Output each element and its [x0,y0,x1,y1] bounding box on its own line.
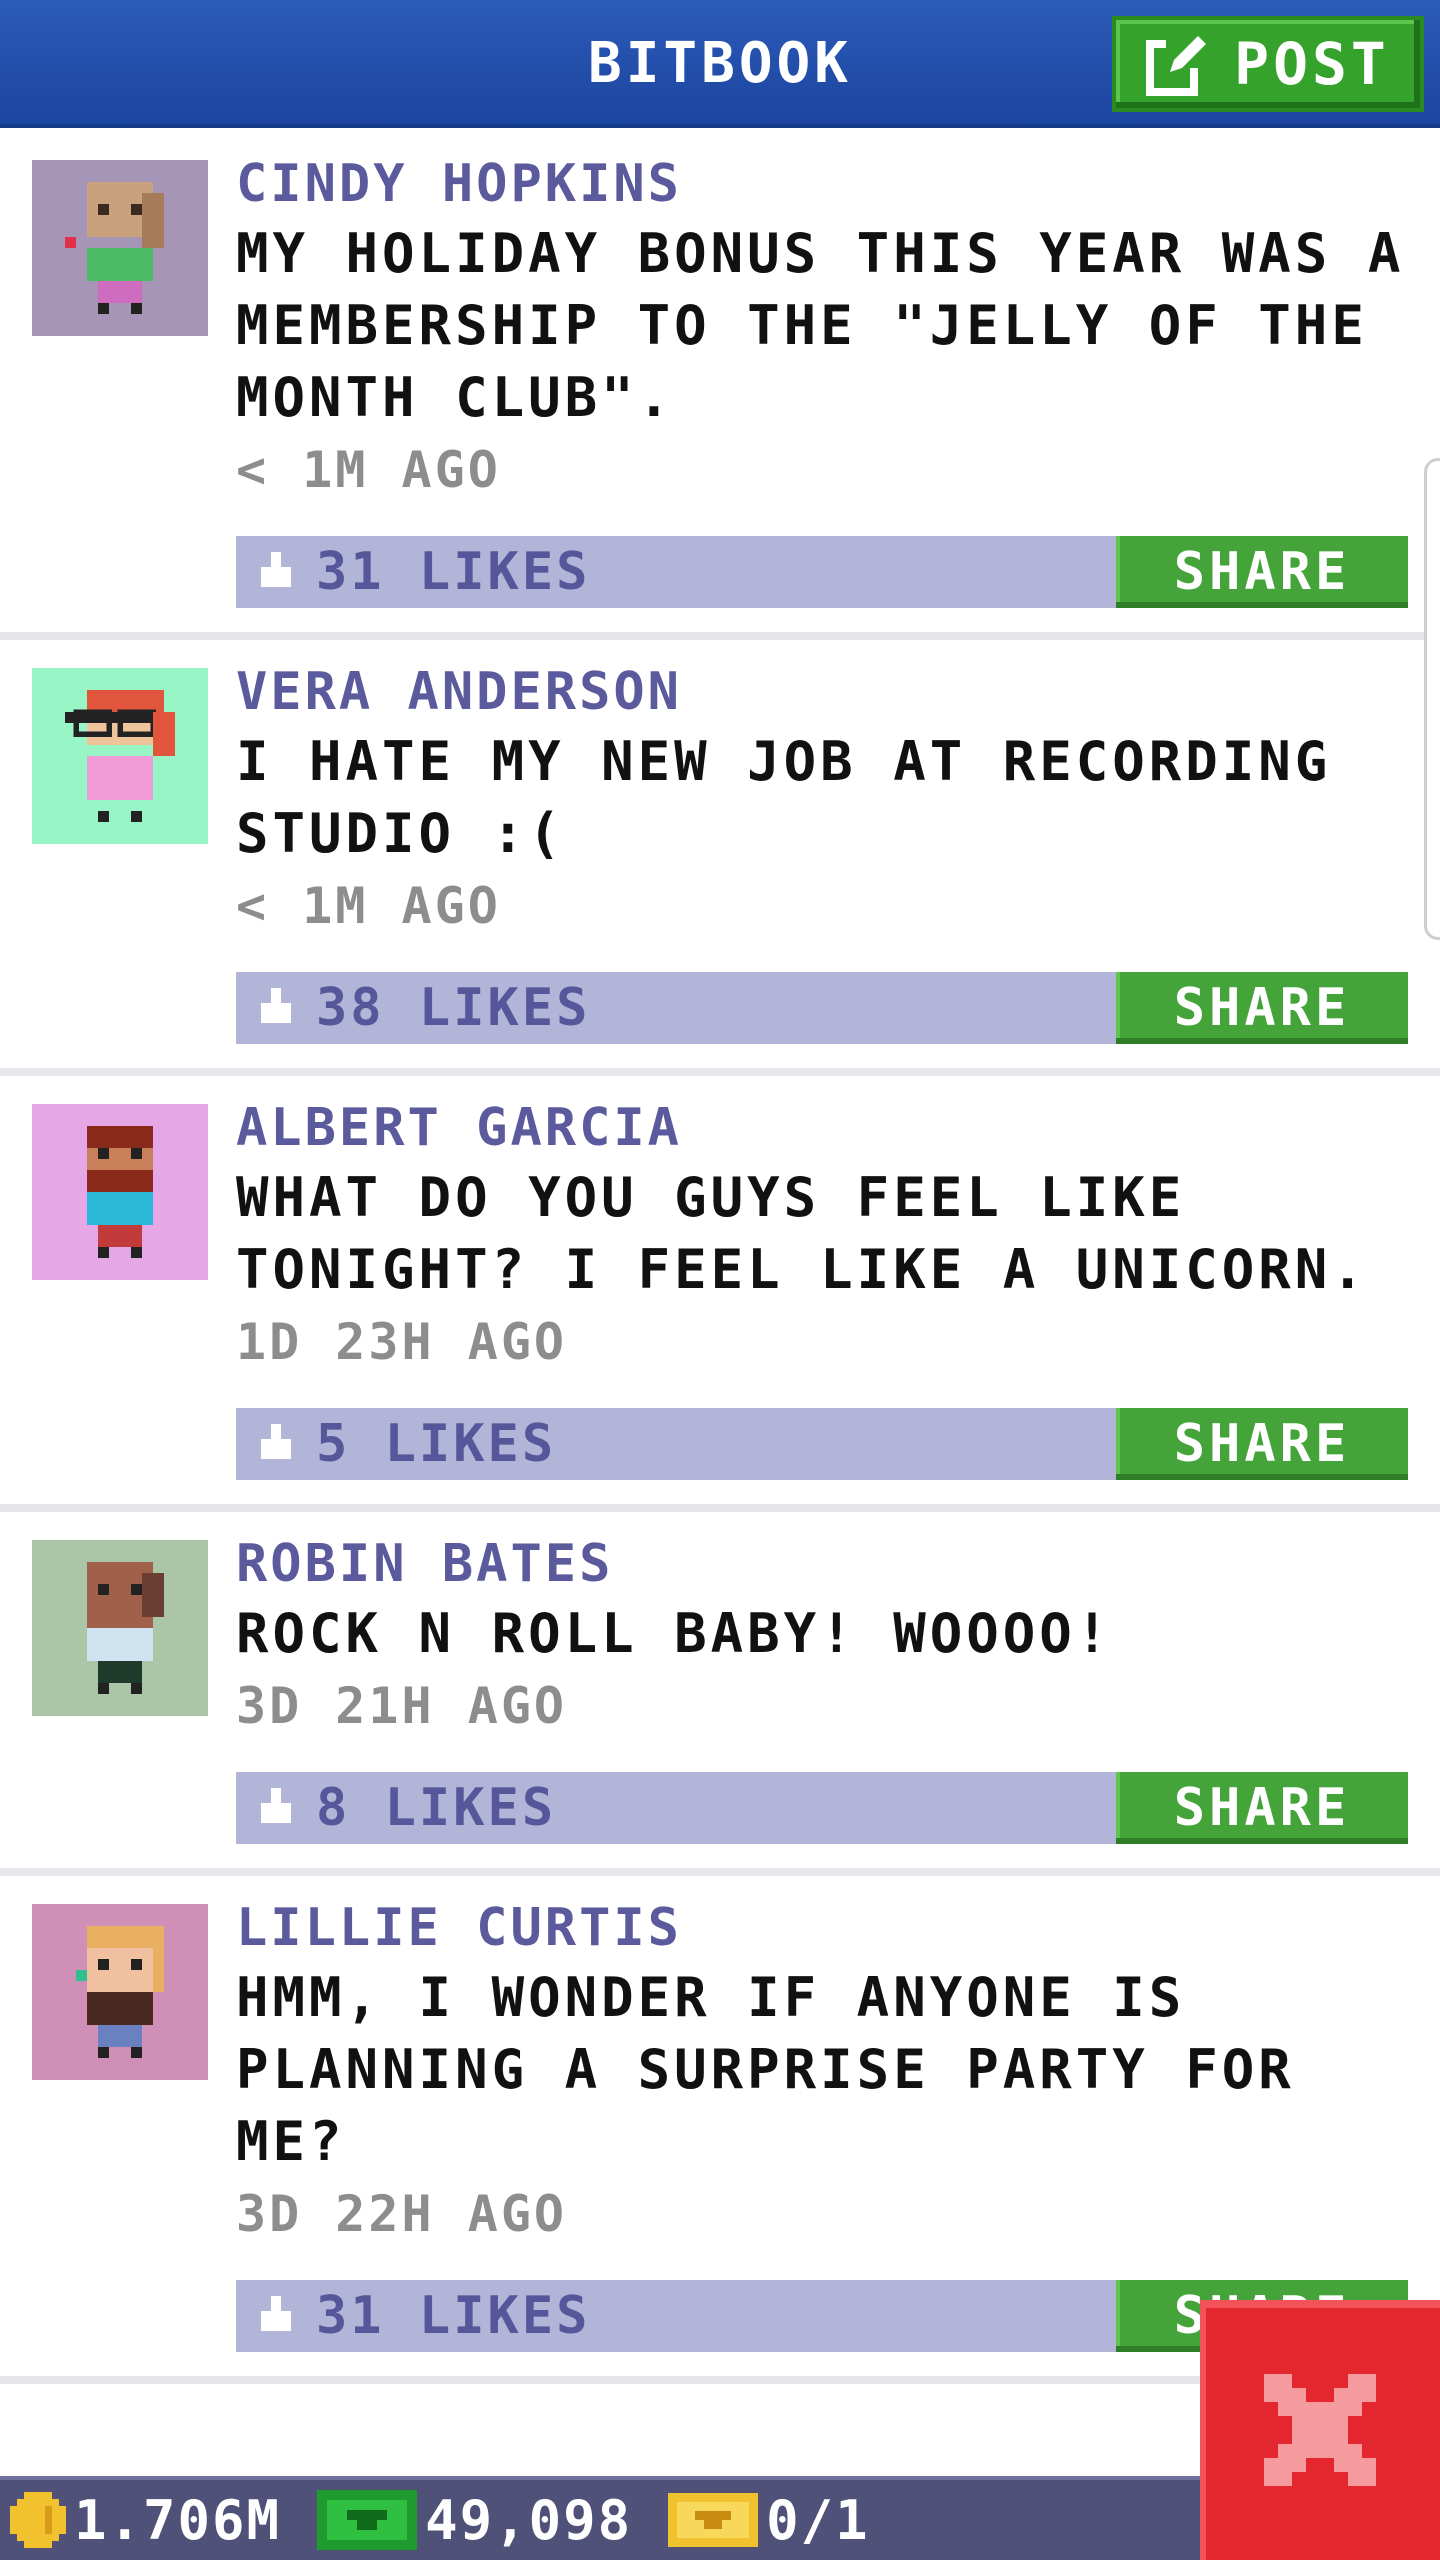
post-timestamp: 1D 23H AGO [236,1313,568,1371]
like-count: 38 LIKES [316,978,591,1038]
like-count: 8 LIKES [316,1778,557,1838]
post-author[interactable]: LILLIE CURTIS [236,1894,1440,1962]
post-button[interactable]: POST [1112,16,1424,112]
coins-value: 1.706M [74,2488,282,2552]
vip-stat[interactable]: 0/1 [668,2489,870,2552]
avatar [32,668,208,844]
thumbs-up-icon [261,1788,291,1823]
post-timestamp: 3D 21H AGO [236,1677,568,1735]
like-bar: 38 LIKES SHARE [236,972,1408,1044]
feed-post: ALBERT GARCIA WHAT DO YOU GUYS FEEL LIKE… [0,1076,1440,1512]
post-timestamp: 3D 22H AGO [236,2185,568,2243]
thumbs-up-icon [261,988,291,1023]
like-count: 31 LIKES [316,2286,591,2346]
thumbs-up-icon [261,2296,291,2331]
avatar [32,1104,208,1280]
feed-post: ROBIN BATES ROCK N ROLL BABY! WOOOO! 3D … [0,1512,1440,1876]
avatar [32,1904,208,2080]
feed-post: VERA ANDERSON I HATE MY NEW JOB AT RECOR… [0,640,1440,1076]
post-button-label: POST [1234,30,1390,98]
bux-value: 49,098 [425,2488,633,2552]
bux-icon [317,2490,418,2550]
thumbs-up-icon [261,1424,291,1459]
edit-icon [1146,36,1207,96]
thumbs-up-icon [261,552,291,587]
like-button[interactable]: 5 LIKES [256,1414,556,1474]
top-bar: BITBOOK POST [0,0,1440,128]
post-text: WHAT DO YOU GUYS FEEL LIKE TONIGHT? I FE… [236,1166,1368,1301]
like-bar: 8 LIKES SHARE [236,1772,1408,1844]
close-icon [1264,2374,1376,2486]
coin-icon [10,2492,66,2548]
post-text: MY HOLIDAY BONUS THIS YEAR WAS A MEMBERS… [236,222,1405,429]
like-count: 5 LIKES [316,1414,557,1474]
like-button[interactable]: 8 LIKES [256,1778,556,1838]
like-button[interactable]: 38 LIKES [256,978,590,1038]
feed[interactable]: CINDY HOPKINS MY HOLIDAY BONUS THIS YEAR… [0,132,1440,2384]
share-button[interactable]: SHARE [1116,972,1408,1044]
avatar [32,1540,208,1716]
vip-value: 0/1 [766,2488,870,2552]
post-timestamp: < 1M AGO [236,877,501,935]
share-button[interactable]: SHARE [1116,536,1408,608]
post-author[interactable]: ROBIN BATES [236,1530,1440,1598]
coins-stat[interactable]: 1.706M [10,2489,281,2552]
like-button[interactable]: 31 LIKES [256,2286,590,2346]
post-author[interactable]: ALBERT GARCIA [236,1094,1440,1162]
bux-stat[interactable]: 49,098 [317,2489,632,2552]
share-button[interactable]: SHARE [1116,1408,1408,1480]
post-author[interactable]: CINDY HOPKINS [236,150,1440,218]
post-text: I HATE MY NEW JOB AT RECORDING STUDIO :( [236,730,1332,865]
post-text: ROCK N ROLL BABY! WOOOO! [236,1602,1113,1665]
ticket-icon [668,2493,759,2547]
like-count: 31 LIKES [316,542,591,602]
like-bar: 31 LIKES SHARE [236,536,1408,608]
close-button[interactable] [1200,2300,1440,2560]
scrollbar-thumb[interactable] [1424,458,1440,940]
avatar [32,160,208,336]
post-text: HMM, I WONDER IF ANYONE IS PLANNING A SU… [236,1966,1295,2173]
post-author[interactable]: VERA ANDERSON [236,658,1440,726]
like-bar: 5 LIKES SHARE [236,1408,1408,1480]
like-button[interactable]: 31 LIKES [256,542,590,602]
post-timestamp: < 1M AGO [236,441,501,499]
share-button[interactable]: SHARE [1116,1772,1408,1844]
feed-post: CINDY HOPKINS MY HOLIDAY BONUS THIS YEAR… [0,132,1440,640]
